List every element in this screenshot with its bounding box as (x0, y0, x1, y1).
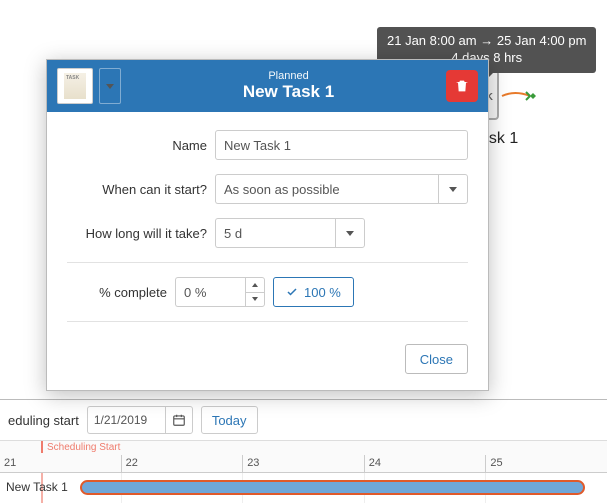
label-complete: % complete (67, 285, 167, 300)
chevron-up-icon (252, 283, 258, 287)
duration-toggle[interactable] (335, 218, 365, 248)
mark-100-label: 100 % (304, 285, 341, 300)
timeline-body: New Task 1 (0, 473, 607, 503)
percent-complete-value: 0 % (175, 277, 245, 307)
divider (67, 321, 468, 322)
chevron-down-icon (449, 187, 457, 192)
delete-task-button[interactable] (446, 70, 478, 102)
calendar-icon (172, 413, 186, 427)
chevron-down-icon (106, 84, 114, 89)
day-col: 23 (242, 455, 364, 473)
timeline-toolbar: eduling start 1/21/2019 Today (0, 400, 607, 441)
timeline-header: Scheduling Start 21 22 23 24 25 (0, 441, 607, 473)
timeline-days-row: 21 22 23 24 25 (0, 455, 607, 473)
duration-select[interactable]: 5 d (215, 218, 365, 248)
scheduling-start-date-field[interactable]: 1/21/2019 (87, 406, 193, 434)
dialog-header: Planned New Task 1 (47, 60, 488, 112)
check-icon (286, 286, 298, 298)
divider (67, 262, 468, 263)
task-edit-dialog: Planned New Task 1 Name When can it star… (46, 59, 489, 391)
trash-icon (454, 78, 470, 94)
duration-value: 5 d (215, 218, 335, 248)
label-duration: How long will it take? (67, 226, 207, 241)
name-input[interactable] (215, 130, 468, 160)
gantt-row-label: New Task 1 (6, 480, 68, 494)
row-duration: How long will it take? 5 d (67, 218, 468, 248)
task-type-dropdown[interactable] (99, 68, 121, 104)
today-button[interactable]: Today (201, 406, 258, 434)
start-constraint-select[interactable]: As soon as possible (215, 174, 468, 204)
label-name: Name (67, 138, 207, 153)
day-col: 25 (485, 455, 607, 473)
calendar-picker-button[interactable] (165, 406, 193, 434)
dialog-footer: Close (47, 344, 488, 390)
row-start: When can it start? As soon as possible (67, 174, 468, 204)
scheduling-start-date-value: 1/21/2019 (87, 406, 165, 434)
day-col: 24 (364, 455, 486, 473)
dialog-kicker: Planned (131, 70, 446, 82)
label-start: When can it start? (67, 182, 207, 197)
start-constraint-toggle[interactable] (438, 174, 468, 204)
dialog-title-block: Planned New Task 1 (131, 70, 446, 102)
day-col: 21 (0, 455, 121, 473)
mark-100-percent-button[interactable]: 100 % (273, 277, 354, 307)
timeline-panel: eduling start 1/21/2019 Today Scheduling… (0, 399, 607, 503)
spinner-down-button[interactable] (246, 293, 264, 307)
chevron-down-icon (252, 297, 258, 301)
dialog-body: Name When can it start? As soon as possi… (47, 112, 488, 344)
percent-complete-spinner[interactable]: 0 % (175, 277, 265, 307)
spinner-up-button[interactable] (246, 278, 264, 293)
tooltip-line-1: 21 Jan 8:00 am → 25 Jan 4:00 pm (387, 33, 586, 50)
close-button[interactable]: Close (405, 344, 468, 374)
chevron-down-icon (346, 231, 354, 236)
dialog-title: New Task 1 (131, 82, 446, 102)
scheduling-start-label: eduling start (8, 413, 79, 428)
scheduling-start-marker: Scheduling Start (41, 441, 124, 453)
task-thumbnail-icon (57, 68, 93, 104)
gantt-task-bar[interactable] (80, 480, 585, 495)
dependency-arrow-icon (500, 88, 540, 104)
start-constraint-value: As soon as possible (215, 174, 438, 204)
day-col: 22 (121, 455, 243, 473)
row-name: Name (67, 130, 468, 160)
row-complete: % complete 0 % 100 % (67, 277, 468, 307)
